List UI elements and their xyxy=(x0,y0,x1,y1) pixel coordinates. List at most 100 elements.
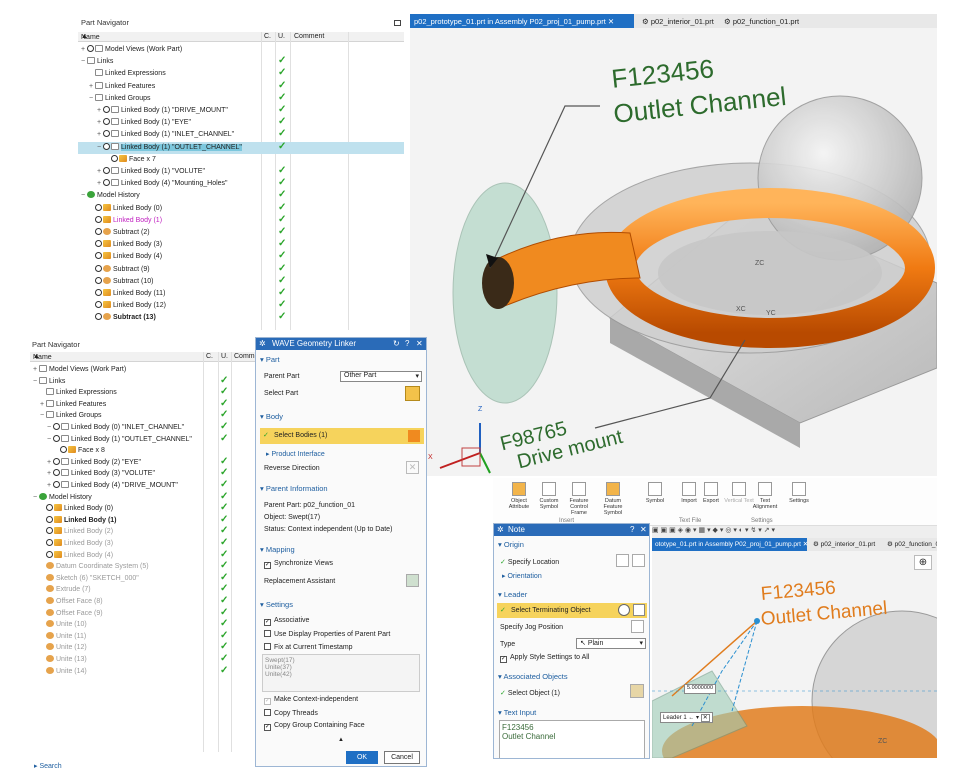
eye-icon[interactable] xyxy=(53,423,60,430)
ribbon-button[interactable]: Symbol xyxy=(639,482,671,504)
eye-icon[interactable] xyxy=(46,504,53,512)
col-comment-2[interactable]: Comm xyxy=(234,353,255,360)
eye-icon[interactable] xyxy=(95,252,102,260)
select-part-icon[interactable] xyxy=(405,386,420,401)
eye-icon[interactable] xyxy=(103,179,110,187)
tree-row[interactable]: + Model Views (Work Part) xyxy=(78,44,404,56)
text-input-area[interactable]: F123456 Outlet Channel xyxy=(499,720,645,758)
select-bodies-row[interactable]: ✓ Select Bodies (1) xyxy=(260,428,424,444)
eye-icon[interactable] xyxy=(46,550,53,558)
ok-button[interactable]: OK xyxy=(346,751,378,764)
cancel-button[interactable]: Cancel xyxy=(384,751,420,764)
leader-selector[interactable]: Leader 1 ← ▾ ✕ xyxy=(660,712,713,723)
tree-row[interactable]: + Linked Features ✓ xyxy=(78,80,404,93)
tree-row[interactable]: Linked Body (12) ✓ xyxy=(78,299,404,312)
tree-row[interactable]: Unite (14) ✓ xyxy=(30,665,258,678)
timestamp-list[interactable]: Swept(17) Unite(37) Unite(42) xyxy=(262,654,420,692)
reset-icon[interactable]: ↻ xyxy=(393,339,400,348)
eye-icon[interactable] xyxy=(95,215,102,223)
section-text-input[interactable]: ▾ Text Input xyxy=(498,708,536,717)
tree-row[interactable]: Linked Body (4) ✓ xyxy=(78,250,404,263)
eye-icon[interactable] xyxy=(60,446,67,454)
section-leader[interactable]: ▾ Leader xyxy=(498,590,527,599)
ribbon-button[interactable]: Settings xyxy=(783,482,815,504)
tab2-prototype[interactable]: ototype_01.prt in Assembly P02_proj_01_p… xyxy=(652,538,807,551)
col-uptodate-2[interactable]: U. xyxy=(221,353,228,360)
tree-row[interactable]: + Linked Body (4) "Mounting_Holes" ✓ xyxy=(78,177,404,190)
eye-icon[interactable] xyxy=(53,481,60,488)
tree-row[interactable]: + Linked Body (1) "DRIVE_MOUNT" ✓ xyxy=(78,104,404,117)
use-display-checkbox[interactable]: Use Display Properties of Parent Part xyxy=(264,630,390,638)
section-associated[interactable]: ▾ Associated Objects xyxy=(498,672,568,681)
eye-icon[interactable] xyxy=(87,45,94,52)
tab2-function[interactable]: ⚙ p02_function_0 xyxy=(884,538,937,551)
eye-icon[interactable] xyxy=(95,264,102,272)
section-mapping[interactable]: ▾ Mapping xyxy=(260,545,295,554)
tree-row[interactable]: + Linked Body (1) "VOLUTE" ✓ xyxy=(78,165,404,178)
eye-icon[interactable] xyxy=(46,515,53,523)
col-current-2[interactable]: C. xyxy=(206,353,213,360)
location-icon[interactable] xyxy=(616,554,629,567)
tree-row[interactable]: + Linked Body (1) "EYE" ✓ xyxy=(78,116,404,129)
ribbon-button[interactable]: Feature Control Frame xyxy=(563,482,595,516)
eye-icon[interactable] xyxy=(95,289,102,296)
tree-row[interactable]: Subtract (10) ✓ xyxy=(78,275,404,288)
snap-icon[interactable] xyxy=(632,554,645,567)
help-icon[interactable]: ? xyxy=(405,339,409,348)
tab-interior[interactable]: ⚙ p02_interior_01.prt xyxy=(638,14,718,28)
jog-icon[interactable] xyxy=(631,620,644,633)
eye-icon[interactable] xyxy=(103,142,110,150)
eye-icon[interactable] xyxy=(46,539,53,546)
ribbon-button[interactable]: Object Attribute xyxy=(503,482,535,510)
tab2-interior[interactable]: ⚙ p02_interior_01.prt xyxy=(810,538,878,551)
fix-timestamp-checkbox[interactable]: Fix at Current Timestamp xyxy=(264,643,353,651)
eye-icon[interactable] xyxy=(53,469,60,477)
eye-icon[interactable] xyxy=(95,203,102,211)
list-item[interactable]: Unite(37) xyxy=(265,664,417,671)
tree-row[interactable]: − Linked Body (1) "OUTLET_CHANNEL" ✓ xyxy=(78,141,404,154)
eye-icon[interactable] xyxy=(53,457,60,465)
close-icon[interactable]: ✕ xyxy=(700,714,710,722)
associative-checkbox[interactable]: ✓ Associative xyxy=(264,617,309,626)
tree-row[interactable]: − Linked Body (1) "OUTLET_CHANNEL" ✓ xyxy=(30,433,258,446)
specify-location-row[interactable]: ✓ Specify Location xyxy=(500,558,559,566)
close-icon[interactable]: ✕ xyxy=(416,339,423,348)
list-item[interactable]: Unite(42) xyxy=(265,671,417,678)
body-select-icon[interactable] xyxy=(408,430,420,442)
ribbon-button[interactable]: Datum Feature Symbol xyxy=(597,482,629,516)
search-expander[interactable]: ▸ Search xyxy=(34,762,62,770)
col-uptodate[interactable]: U. xyxy=(278,33,285,40)
eye-icon[interactable] xyxy=(95,301,102,309)
eye-icon[interactable] xyxy=(95,228,102,235)
eye-icon[interactable] xyxy=(46,527,53,535)
compass-icon[interactable]: ⊕ xyxy=(914,555,932,570)
type-select[interactable]: ↖ Plain ▾ xyxy=(576,638,646,649)
section-settings[interactable]: ▾ Settings xyxy=(260,600,293,609)
tree-row[interactable]: Face x 7 xyxy=(78,154,404,166)
eye-icon[interactable] xyxy=(103,167,110,174)
section-part[interactable]: ▾ Part xyxy=(260,355,280,364)
tree-row[interactable]: − Links ✓ xyxy=(78,55,404,68)
collapse-icon[interactable]: ▲ xyxy=(338,737,344,743)
section-body[interactable]: ▾ Body xyxy=(260,412,283,421)
tree-row[interactable]: Subtract (2) ✓ xyxy=(78,226,404,239)
list-item[interactable]: Swept(17) xyxy=(265,657,417,664)
col-comment[interactable]: Comment xyxy=(294,33,324,40)
select-terminating-row[interactable]: ✓ Select Terminating Object xyxy=(497,603,647,618)
tree-row[interactable]: Linked Body (0) ✓ xyxy=(78,202,404,215)
col-current[interactable]: C. xyxy=(264,33,271,40)
close-icon[interactable]: ✕ xyxy=(640,525,647,534)
eye-icon[interactable] xyxy=(111,154,118,162)
tab-prototype[interactable]: p02_prototype_01.prt in Assembly P02_pro… xyxy=(410,14,634,28)
close-icon[interactable]: ✕ xyxy=(803,541,807,548)
dimension-field[interactable]: 5.0000000 xyxy=(684,684,716,694)
object-select-icon[interactable] xyxy=(630,684,644,698)
select-object-row[interactable]: ✓ Select Object (1) xyxy=(500,689,560,697)
eye-icon[interactable] xyxy=(103,118,110,126)
close-icon[interactable]: ✕ xyxy=(608,17,614,26)
section-origin[interactable]: ▾ Origin xyxy=(498,540,524,549)
orientation-expander[interactable]: ▸ Orientation xyxy=(502,572,542,580)
eye-icon[interactable] xyxy=(95,313,102,321)
eye-icon[interactable] xyxy=(95,276,102,284)
eye-icon[interactable] xyxy=(103,106,110,113)
